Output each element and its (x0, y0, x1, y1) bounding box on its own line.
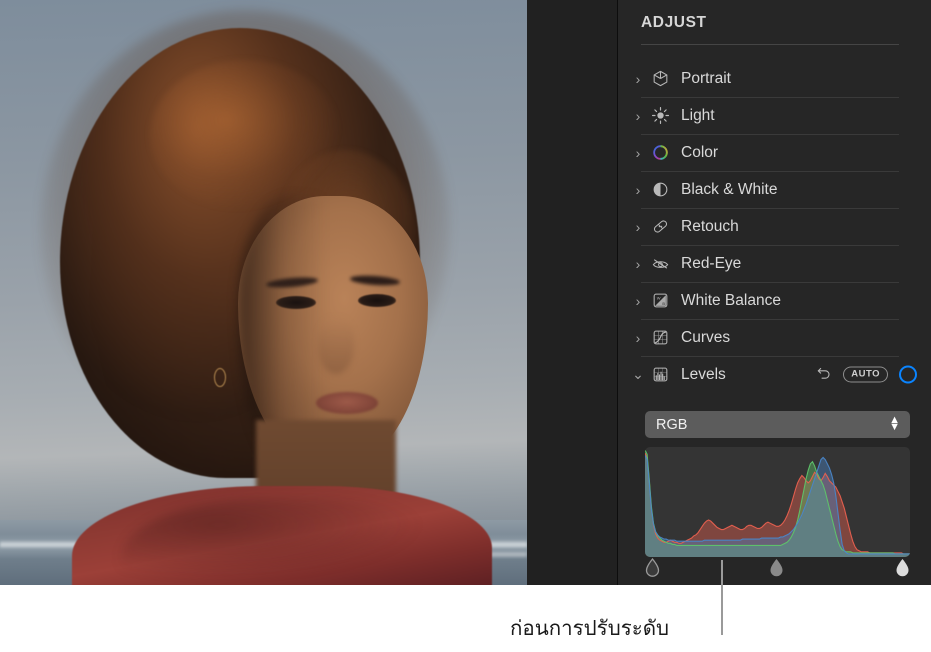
chevron-down-icon[interactable]: ⌄ (630, 366, 646, 383)
adjust-item-label: Curves (681, 329, 730, 347)
title-separator (641, 44, 899, 45)
chevron-right-icon[interactable]: › (630, 219, 646, 235)
chevron-right-icon[interactable]: › (630, 182, 646, 198)
eye-right (358, 294, 396, 307)
chevron-right-icon[interactable]: › (630, 256, 646, 272)
chevron-right-icon[interactable]: › (630, 108, 646, 124)
sun-icon (648, 104, 672, 128)
auto-button[interactable]: AUTO (843, 367, 888, 383)
earring (214, 368, 226, 387)
adjust-item-label: Black & White (681, 181, 777, 199)
color-wheel-icon (648, 141, 672, 165)
adjust-item-red-eye[interactable]: › Red-Eye (618, 245, 931, 282)
adjust-item-white-balance[interactable]: › W B White Balance (618, 282, 931, 319)
chevron-right-icon[interactable]: › (630, 330, 646, 346)
adjust-item-portrait[interactable]: › Portrait (618, 60, 931, 97)
svg-text:B: B (662, 301, 665, 306)
adjust-item-label: Portrait (681, 70, 731, 88)
levels-enable-toggle[interactable] (899, 366, 917, 384)
canvas-gutter (527, 0, 619, 585)
adjust-item-light[interactable]: › Light (618, 97, 931, 134)
chevron-right-icon[interactable]: › (630, 71, 646, 87)
adjustment-list: › Portrait › Light (618, 60, 931, 393)
contrast-circle-icon (648, 178, 672, 202)
levels-histogram[interactable] (645, 447, 910, 557)
adjust-item-label: Retouch (681, 218, 739, 236)
svg-text:W: W (656, 295, 660, 300)
adjust-item-levels[interactable]: ⌄ Levels (618, 356, 931, 393)
levels-controls: AUTO (816, 364, 917, 385)
chevron-right-icon[interactable]: › (630, 145, 646, 161)
adjust-item-label: White Balance (681, 292, 781, 310)
channel-select-value: RGB (656, 417, 687, 433)
adjust-item-label: Levels (681, 366, 726, 384)
white-balance-icon: W B (648, 289, 672, 313)
levels-icon (648, 363, 672, 387)
chevron-right-icon[interactable]: › (630, 293, 646, 309)
midpoint-handle[interactable] (769, 558, 784, 577)
black-point-handle[interactable] (645, 558, 660, 577)
adjust-item-label: Red-Eye (681, 255, 741, 273)
callout-leader-line (721, 560, 723, 635)
chevron-down-icon[interactable]: ▼ (889, 425, 900, 433)
page-title: ADJUST (641, 14, 707, 32)
adjust-item-black-and-white[interactable]: › Black & White (618, 171, 931, 208)
photo-preview[interactable] (0, 0, 527, 585)
adjust-item-retouch[interactable]: › Retouch (618, 208, 931, 245)
histogram-canvas (645, 447, 910, 557)
revert-arrow-icon[interactable] (816, 364, 832, 385)
nose (318, 318, 354, 374)
eye-slash-icon (648, 252, 672, 276)
adjust-item-label: Color (681, 144, 718, 162)
photo-editor-window: ADJUST › Portrait › (0, 0, 931, 585)
adjust-item-curves[interactable]: › Curves (618, 319, 931, 356)
adjust-item-label: Light (681, 107, 715, 125)
curves-icon (648, 326, 672, 350)
stepper-chevrons-icon[interactable]: ▲ ▼ (889, 417, 900, 433)
levels-slider-track[interactable] (645, 558, 910, 580)
channel-select[interactable]: RGB ▲ ▼ (645, 411, 910, 438)
eye-left (276, 296, 316, 309)
lips (316, 392, 378, 414)
bandage-icon (648, 215, 672, 239)
white-point-handle[interactable] (895, 558, 910, 577)
adjust-item-color[interactable]: › Colo (618, 134, 931, 171)
cube-icon (648, 67, 672, 91)
figure-caption: ก่อนการปรับระดับ (510, 612, 669, 645)
